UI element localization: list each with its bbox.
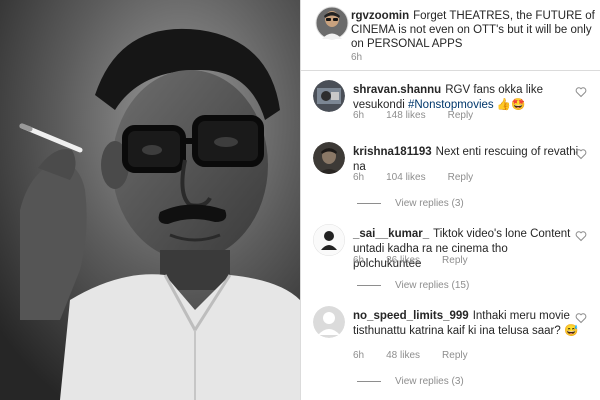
comment-meta: 6h 36 likes Reply [353,255,490,266]
comment-timestamp[interactable]: 6h [353,110,364,121]
avatar-image [313,80,345,112]
comment-username[interactable]: no_speed_limits_999 [353,310,469,322]
heart-icon[interactable] [575,230,587,242]
reply-button[interactable]: Reply [442,255,468,266]
view-replies-label: View replies (3) [395,198,464,209]
avatar-image [313,224,345,256]
comment-body: krishna181193 Next enti rescuing of revat… [353,145,579,175]
view-replies-button[interactable]: View replies (3) [357,376,464,387]
comment-timestamp[interactable]: 6h [353,255,364,266]
view-replies-label: View replies (15) [395,280,470,291]
reply-button[interactable]: Reply [442,350,468,361]
profile-photo [0,0,300,400]
comment-timestamp[interactable]: 6h [353,172,364,183]
caption-text: rgvzoomin Forget THEATRES, the FUTURE of … [351,9,595,51]
avatar-image [313,142,345,174]
comments-panel: rgvzoomin Forget THEATRES, the FUTURE of … [300,0,600,400]
view-replies-button[interactable]: View replies (3) [357,198,464,209]
caption-username[interactable]: rgvzoomin [351,10,409,22]
reply-button[interactable]: Reply [448,110,474,121]
heart-icon[interactable] [575,148,587,160]
comment-body: shravan.shannu RGV fans okka like vesukon… [353,83,579,113]
view-replies-label: View replies (3) [395,376,464,387]
reply-button[interactable]: Reply [448,172,474,183]
comment-timestamp[interactable]: 6h [353,350,364,361]
comment-username[interactable]: shravan.shannu [353,84,441,96]
caption-divider [301,70,600,71]
avatar-image [315,6,349,40]
replies-line [357,284,381,286]
avatar-image [313,306,345,338]
replies-line [357,380,381,382]
comment-likes[interactable]: 104 likes [386,172,425,183]
comment-likes[interactable]: 48 likes [386,350,420,361]
caption-avatar[interactable] [315,6,349,40]
comment-avatar[interactable] [313,80,345,112]
view-replies-button[interactable]: View replies (15) [357,280,469,291]
replies-line [357,202,381,204]
caption-timestamp[interactable]: 6h [351,52,362,63]
comment-username[interactable]: _sai__kumar_ [353,228,429,240]
comment-avatar[interactable] [313,142,345,174]
heart-icon[interactable] [575,86,587,98]
comment-emoji: 👍🤩 [493,99,526,111]
comment-meta: 6h 104 likes Reply [353,172,495,183]
comment-username[interactable]: krishna181193 [353,146,432,158]
man-smoking-portrait [0,0,300,400]
comment-meta: 6h 48 likes Reply [353,350,490,361]
heart-icon[interactable] [575,312,587,324]
comment-body: no_speed_limits_999 Inthaki meru movie ti… [353,309,579,339]
comment-avatar[interactable] [313,224,345,256]
default-avatar-icon[interactable] [313,306,345,338]
comment-meta: 6h 148 likes Reply [353,110,495,121]
comment-likes[interactable]: 36 likes [386,255,420,266]
comment-likes[interactable]: 148 likes [386,110,425,121]
